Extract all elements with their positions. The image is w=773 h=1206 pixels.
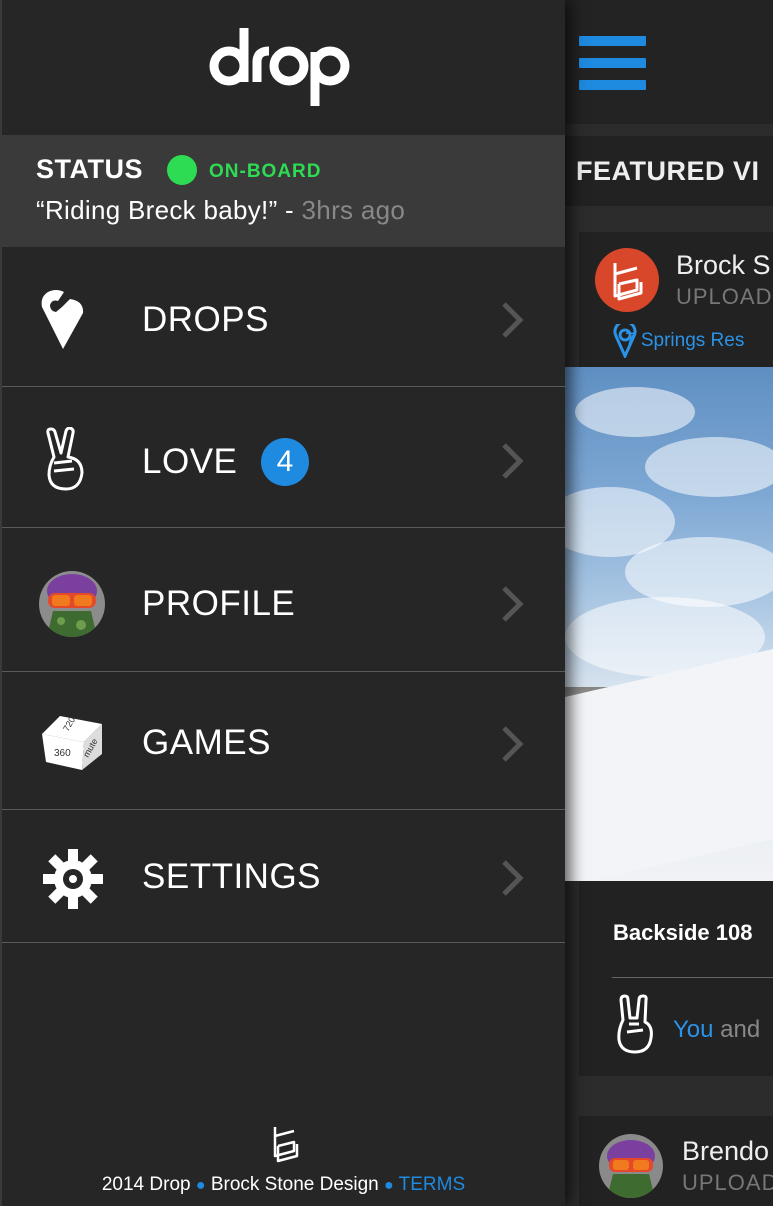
brock-stone-logo-icon (613, 263, 643, 301)
brock-stone-logo-icon (273, 1127, 299, 1163)
menu-label-settings: SETTINGS (142, 857, 322, 896)
menu-label-profile: PROFILE (142, 584, 296, 623)
video-caption: Backside 108 (613, 920, 753, 945)
chevron-right-icon (502, 443, 524, 479)
divider (612, 977, 773, 978)
card-upload-label: UPLOAD (676, 284, 773, 309)
menu-label-games: GAMES (142, 723, 271, 762)
status-panel[interactable]: STATUS ON-BOARD “Riding Breck baby!” - 3… (2, 135, 565, 247)
chevron-right-icon (502, 860, 524, 896)
chevron-right-icon (502, 726, 524, 762)
card-upload-label: UPLOAD (682, 1170, 773, 1195)
svg-text:360: 360 (54, 748, 71, 759)
footer-designer: Brock Stone Design (210, 1174, 379, 1195)
top-bar (565, 0, 773, 124)
gear-icon (43, 849, 103, 909)
menu-item-settings[interactable]: SETTINGS (2, 810, 565, 943)
brand-avatar[interactable] (595, 248, 659, 312)
notification-badge: 4 (261, 438, 309, 486)
menu-item-love[interactable]: LOVE 4 (2, 387, 565, 528)
profile-avatar (39, 571, 105, 637)
status-timestamp: 3hrs ago (301, 195, 406, 225)
navigation-drawer: STATUS ON-BOARD “Riding Breck baby!” - 3… (0, 0, 565, 1206)
avatar[interactable] (599, 1134, 663, 1198)
rock-hand-icon[interactable] (615, 994, 657, 1056)
separator-dot: ● (195, 1177, 206, 1194)
footer-copyright: 2014 Drop (101, 1174, 191, 1195)
menu-label-drops: DROPS (142, 300, 269, 339)
menu-item-profile[interactable]: PROFILE (2, 528, 565, 672)
terms-link[interactable]: TERMS (399, 1174, 466, 1195)
card-username[interactable]: Brendo (682, 1136, 769, 1167)
dice-cube-icon: 720 360 mute (42, 715, 102, 770)
drop-logo[interactable] (209, 26, 359, 108)
footer: 2014 Drop ● Brock Stone Design ● TERMS (2, 1174, 565, 1196)
menu-item-drops[interactable]: DROPS (2, 247, 565, 387)
status-message: “Riding Breck baby!” - 3hrs ago (36, 195, 405, 226)
love-rest-text: and (713, 1016, 761, 1043)
drop-pin-icon (41, 290, 84, 349)
hamburger-menu-button[interactable] (579, 36, 646, 90)
peace-hand-icon (46, 427, 84, 491)
separator-dot: ● (384, 1177, 394, 1194)
status-state: ON-BOARD (209, 161, 322, 182)
card-location-link[interactable]: 7 Springs Res (625, 330, 744, 352)
video-card[interactable]: Brendo UPLOAD (579, 1116, 773, 1206)
menu-item-games[interactable]: 720 360 mute GAMES (2, 672, 565, 810)
love-you-link[interactable]: You (673, 1016, 714, 1043)
love-summary: You and (673, 1016, 760, 1044)
chevron-right-icon (502, 586, 524, 622)
status-indicator-dot (167, 155, 197, 185)
chevron-right-icon (502, 302, 524, 338)
video-thumbnail[interactable] (565, 367, 773, 881)
card-username[interactable]: Brock S (676, 250, 771, 281)
section-title: FEATURED VI (576, 156, 760, 186)
status-text: “Riding Breck baby!” - (36, 195, 302, 225)
status-label: STATUS (36, 154, 143, 184)
menu-label-love: LOVE (142, 442, 238, 481)
